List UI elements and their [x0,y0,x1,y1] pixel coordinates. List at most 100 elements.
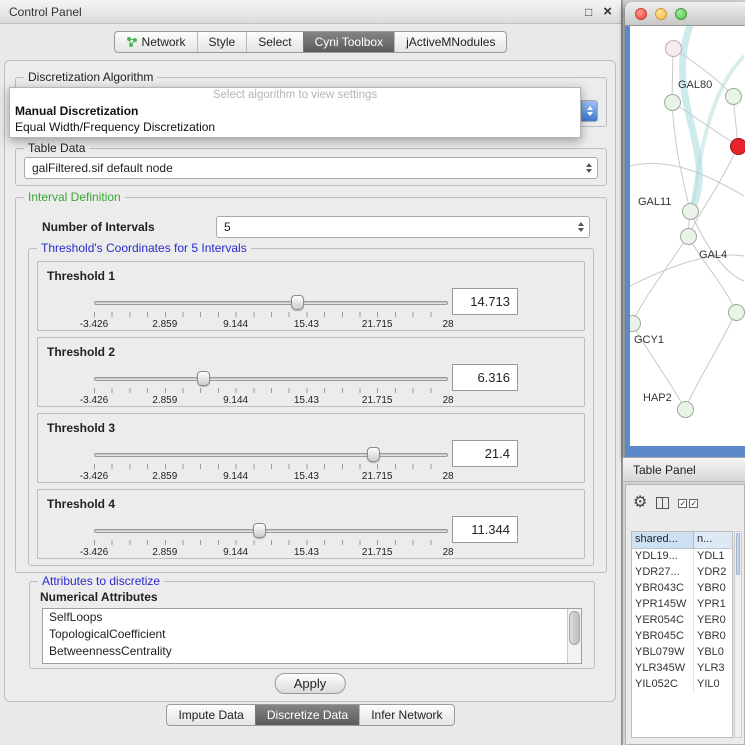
list-scrollbar[interactable] [567,609,581,663]
threshold-value-field[interactable]: 14.713 [452,288,518,315]
table-row[interactable]: YDR27...YDR2 [632,565,732,581]
scrollbar-thumb[interactable] [736,533,740,575]
threshold-panel: Threshold 2 -3.426 2.859 9.144 15.43 21.… [37,337,585,407]
threshold-value-field[interactable]: 21.4 [452,440,518,467]
tab-label: Discretize Data [267,708,348,722]
table-row[interactable]: YBL079WYBL0 [632,645,732,661]
network-icon [126,36,138,48]
slider-ticks [94,312,448,317]
check-icon[interactable]: ✓ [689,499,698,508]
algorithm-group-title: Discretization Algorithm [24,70,157,84]
algorithm-dropdown-popup: Select algorithm to view settings Manual… [9,87,581,138]
dropdown-item-equal-width-frequency[interactable]: Equal Width/Frequency Discretization [10,119,580,135]
tab-select[interactable]: Select [246,32,302,52]
tab-discretize-data[interactable]: Discretize Data [255,705,359,725]
tab-infer-network[interactable]: Infer Network [359,705,453,725]
table-scrollbar[interactable] [734,531,742,738]
combobox-stepper-icon[interactable] [581,158,597,178]
threshold-label: Threshold 3 [47,421,115,435]
threshold-slider[interactable]: -3.426 2.859 9.144 15.43 21.715 28 [94,446,448,484]
close-traffic-light-icon[interactable] [635,8,647,20]
app-root: Control Panel □ × Network Style Select C… [0,0,745,745]
thresholds-group-title: Threshold's Coordinates for 5 Intervals [37,241,251,255]
network-node[interactable] [677,401,694,418]
tab-label: Style [209,35,236,49]
table-row[interactable]: YBR043CYBR0 [632,581,732,597]
columns-icon[interactable] [656,497,669,509]
numerical-attributes-list[interactable]: SelfLoops TopologicalCoefficient Between… [42,608,582,664]
scrollbar-thumb[interactable] [569,611,580,645]
threshold-slider[interactable]: -3.426 2.859 9.144 15.43 21.715 28 [94,522,448,560]
network-node[interactable] [728,304,745,321]
network-node-selected[interactable] [730,138,745,155]
attributes-group-title: Attributes to discretize [38,574,164,588]
slider-track[interactable] [94,529,448,533]
threshold-slider[interactable]: -3.426 2.859 9.144 15.43 21.715 28 [94,370,448,408]
network-node[interactable] [682,203,699,220]
slider-track[interactable] [94,301,448,305]
network-node[interactable] [664,94,681,111]
slider-thumb[interactable] [367,447,380,462]
tick-label: 28 [442,319,453,330]
slider-thumb[interactable] [291,295,304,310]
network-window-titlebar[interactable] [625,2,745,26]
slider-thumb[interactable] [253,523,266,538]
network-node[interactable] [725,88,742,105]
cyni-mode-tabs: Impute Data Discretize Data Infer Networ… [0,704,621,726]
column-header[interactable]: shared... [632,532,694,548]
apply-button[interactable]: Apply [275,673,346,694]
select-columns-icons[interactable]: ✓ ✓ [678,499,698,508]
tab-cyni-toolbox[interactable]: Cyni Toolbox [303,32,394,52]
minimize-traffic-light-icon[interactable] [655,8,667,20]
slider-track[interactable] [94,377,448,381]
number-of-intervals-combobox[interactable]: 5 [216,216,590,238]
table-row[interactable]: YER054CYER0 [632,613,732,629]
list-item[interactable]: SelfLoops [43,609,581,626]
float-window-icon[interactable]: □ [585,5,592,19]
tick-label: 28 [442,471,453,482]
table-data-group-title: Table Data [24,141,89,155]
tab-label: Impute Data [178,708,243,722]
table-data-combobox[interactable]: galFiltered.sif default node [24,157,598,179]
network-node[interactable] [665,40,682,57]
dropdown-item-manual-discretization[interactable]: Manual Discretization [10,103,580,119]
control-panel-titlebar: Control Panel □ × [0,0,621,24]
threshold-slider[interactable]: -3.426 2.859 9.144 15.43 21.715 28 [94,294,448,332]
network-canvas[interactable]: GAL80 GAL11 GAL4 GCY1 HAP2 [630,26,745,446]
tab-impute-data[interactable]: Impute Data [167,705,254,725]
check-icon[interactable]: ✓ [678,499,687,508]
tab-network[interactable]: Network [115,32,197,52]
number-of-intervals-label: Number of Intervals [42,220,155,234]
list-item[interactable]: TopologicalCoefficient [43,626,581,643]
tick-label: 28 [442,547,453,558]
tick-label: 2.859 [152,395,177,406]
threshold-value-field[interactable]: 6.316 [452,364,518,391]
network-node[interactable] [680,228,697,245]
cell: YDL1 [694,549,732,565]
table-row[interactable]: YLR345WYLR3 [632,661,732,677]
close-icon[interactable]: × [603,6,612,18]
table-row[interactable]: YDL19...YDL1 [632,549,732,565]
cell: YIL0 [694,677,732,693]
slider-track[interactable] [94,453,448,457]
node-attribute-table[interactable]: shared... n... YDL19...YDL1 YDR27...YDR2… [631,531,733,738]
tab-jactivemnodules[interactable]: jActiveMNodules [394,32,506,52]
combobox-stepper-icon[interactable] [581,101,597,121]
slider-scale: -3.426 2.859 9.144 15.43 21.715 28 [94,395,448,407]
list-item[interactable]: BetweennessCentrality [43,643,581,660]
tick-label: 21.715 [362,319,393,330]
combobox-stepper-icon[interactable] [573,217,589,237]
table-row[interactable]: YPR145WYPR1 [632,597,732,613]
gear-icon[interactable]: ⚙ [633,495,647,511]
tab-style[interactable]: Style [197,32,247,52]
column-header[interactable]: n... [694,532,732,548]
table-row[interactable]: YBR045CYBR0 [632,629,732,645]
tick-label: 28 [442,395,453,406]
table-row[interactable]: YIL052CYIL0 [632,677,732,693]
slider-thumb[interactable] [197,371,210,386]
zoom-traffic-light-icon[interactable] [675,8,687,20]
tick-label: -3.426 [80,547,108,558]
threshold-label: Threshold 2 [47,345,115,359]
threshold-value-field[interactable]: 11.344 [452,516,518,543]
tab-label: Infer Network [371,708,442,722]
